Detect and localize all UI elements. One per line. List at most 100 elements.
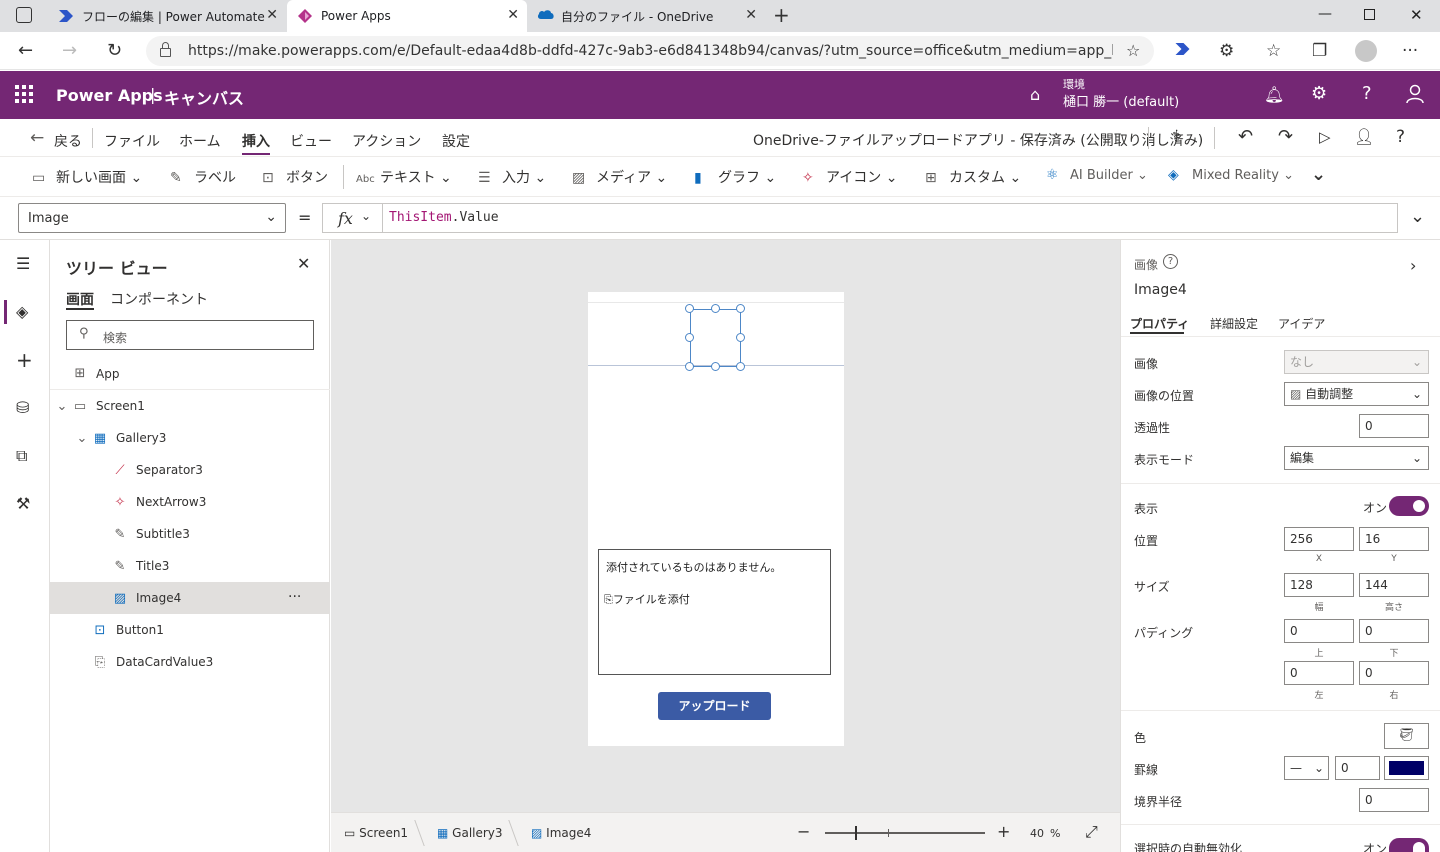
menu-insert[interactable]: 挿入 [242,131,270,151]
mixed-reality-button[interactable]: ◈ Mixed Reality ⌄ [1168,167,1294,183]
help-icon[interactable]: ? [1362,83,1372,104]
breadcrumb-screen1[interactable]: ▭ Screen1 [344,826,408,840]
tree-item-datacardvalue3[interactable]: ⎘ DataCardValue3 [50,646,330,678]
share-user-icon[interactable]: 👤︎ [1354,127,1374,146]
redo-icon[interactable]: ↷ [1278,126,1293,147]
tab-onedrive[interactable]: 自分のファイル - OneDrive ✕ [527,0,765,32]
visible-toggle[interactable] [1389,496,1429,516]
padding-right-input[interactable]: 0 [1359,661,1429,685]
more-options-icon[interactable]: ··· [1402,41,1418,61]
app-launcher-icon[interactable] [15,85,33,103]
resize-handle[interactable] [685,333,694,342]
padding-top-input[interactable]: 0 [1284,619,1354,643]
input-button[interactable]: ☰ 入力 ⌄ [478,167,546,187]
image-position-select[interactable]: ▨ 自動調整 ⌄ [1284,382,1429,406]
transparency-input[interactable]: 0 [1359,414,1429,438]
tree-item-gallery3[interactable]: ⌄ ▦ Gallery3 [50,422,330,454]
back-arrow-icon[interactable]: ← [30,128,44,148]
power-automate-extension-icon[interactable] [1174,41,1191,61]
width-input[interactable]: 128 [1284,573,1354,597]
ai-builder-button[interactable]: ⚛ AI Builder ⌄ [1046,167,1148,183]
tab-components[interactable]: コンポーネント [110,289,208,309]
control-name[interactable]: Image4 [1134,282,1187,298]
back-button[interactable]: 戻る [54,131,82,151]
selected-image-control[interactable] [690,309,741,367]
icons-button[interactable]: ✧ アイコン ⌄ [802,167,898,187]
tree-item-image4[interactable]: ▨ Image4 ··· [50,582,330,614]
breadcrumb-gallery3[interactable]: ▦ Gallery3 [437,826,503,840]
hamburger-icon[interactable]: ☰ [16,254,30,273]
favorites-icon[interactable]: ☆ [1266,41,1281,61]
y-input[interactable]: 16 [1359,527,1429,551]
zoom-slider-thumb[interactable] [855,826,857,840]
tree-item-subtitle3[interactable]: ✎ Subtitle3 [50,518,330,550]
tree-view-icon[interactable]: ◈ [16,302,28,321]
insert-plus-icon[interactable]: + [16,348,33,372]
tab-properties[interactable]: プロパティ [1130,315,1189,332]
new-tab-button[interactable]: + [773,3,790,27]
zoom-slider[interactable] [825,826,985,840]
tab-power-apps[interactable]: Power Apps ✕ [287,0,527,32]
menu-view[interactable]: ビュー [290,131,332,151]
auto-disable-toggle[interactable] [1389,838,1429,852]
back-arrow-icon[interactable]: ← [18,40,33,61]
tree-item-separator3[interactable]: ⟋ Separator3 [50,454,330,486]
app-screen[interactable]: 添付されているものはありません。 ⎘ファイルを添付 アップロード [588,292,844,746]
formula-expand-icon[interactable]: ⌄ [1410,206,1425,227]
collections-icon[interactable]: ❐ [1312,41,1327,61]
collapse-panel-icon[interactable]: › [1410,256,1416,275]
account-icon[interactable] [1406,84,1424,104]
property-select[interactable]: Image ⌄ [18,203,286,233]
environment-icon[interactable]: ⌂ [1030,85,1040,104]
chart-button[interactable]: ▮ グラフ ⌄ [694,167,776,187]
custom-button[interactable]: ⊞ カスタム ⌄ [925,167,1021,187]
ribbon-expand-icon[interactable]: ⌄ [1311,164,1326,185]
display-mode-select[interactable]: 編集 ⌄ [1284,446,1429,470]
resize-handle[interactable] [685,304,694,313]
attachments-control[interactable]: 添付されているものはありません。 ⎘ファイルを添付 [598,549,831,675]
resize-handle[interactable] [736,304,745,313]
notification-bell-icon[interactable]: 🔔︎ [1264,85,1284,104]
data-icon[interactable]: ⛁ [16,398,29,417]
zoom-out-icon[interactable]: − [797,822,810,841]
tree-item-nextarrow3[interactable]: ✧ NextArrow3 [50,486,330,518]
attach-file-link[interactable]: ⎘ファイルを添付 [604,591,690,607]
forward-arrow-icon[interactable]: → [62,40,77,61]
design-canvas[interactable]: 添付されているものはありません。 ⎘ファイルを添付 アップロード [331,240,1120,812]
profile-avatar[interactable] [1355,40,1377,62]
resize-handle[interactable] [685,362,694,371]
search-box[interactable]: ⚲ 検索 [66,320,314,350]
tab-screens[interactable]: 画面 [66,289,94,309]
restore-icon[interactable] [1364,9,1375,20]
border-thickness-input[interactable]: 0 [1335,756,1380,780]
advanced-tools-icon[interactable]: ⚒ [16,494,30,513]
url-bar[interactable]: https://make.powerapps.com/e/Default-eda… [146,36,1154,66]
undo-icon[interactable]: ↶ [1238,126,1253,147]
resize-handle[interactable] [711,304,720,313]
environment-name[interactable]: 樋口 勝一 (default) [1063,91,1179,110]
chevron-down-icon[interactable]: ⌄ [56,399,68,414]
tab-actions-icon[interactable] [16,7,32,23]
zoom-in-icon[interactable]: + [997,822,1010,841]
fill-color-picker[interactable]: 🪣︎ [1384,723,1429,749]
new-screen-button[interactable]: ▭ 新しい画面 ⌄ [32,167,142,187]
close-icon[interactable]: ✕ [507,7,519,23]
help-icon[interactable]: ? [1396,127,1405,147]
tree-item-button1[interactable]: ⊡ Button1 [50,614,330,646]
window-close-icon[interactable]: ✕ [1410,6,1423,24]
tree-item-screen1[interactable]: ⌄ ▭ Screen1 [50,390,330,422]
media-icon[interactable]: ⧉ [16,446,27,466]
lock-icon[interactable] [160,48,171,57]
app-name[interactable]: Power Apps [56,86,163,105]
close-icon[interactable]: ✕ [745,7,757,23]
border-color-picker[interactable] [1384,756,1429,780]
minimize-icon[interactable]: — [1318,6,1332,22]
close-icon[interactable]: ✕ [266,7,278,23]
settings-gear-icon[interactable]: ⚙ [1311,83,1327,104]
border-radius-input[interactable]: 0 [1359,788,1429,812]
resize-handle[interactable] [736,362,745,371]
formula-input[interactable]: ThisItem.Value [382,203,1398,233]
upload-button[interactable]: アップロード [658,692,771,720]
border-style-select[interactable]: — ⌄ [1284,756,1329,780]
chevron-down-icon[interactable]: ⌄ [76,431,88,446]
